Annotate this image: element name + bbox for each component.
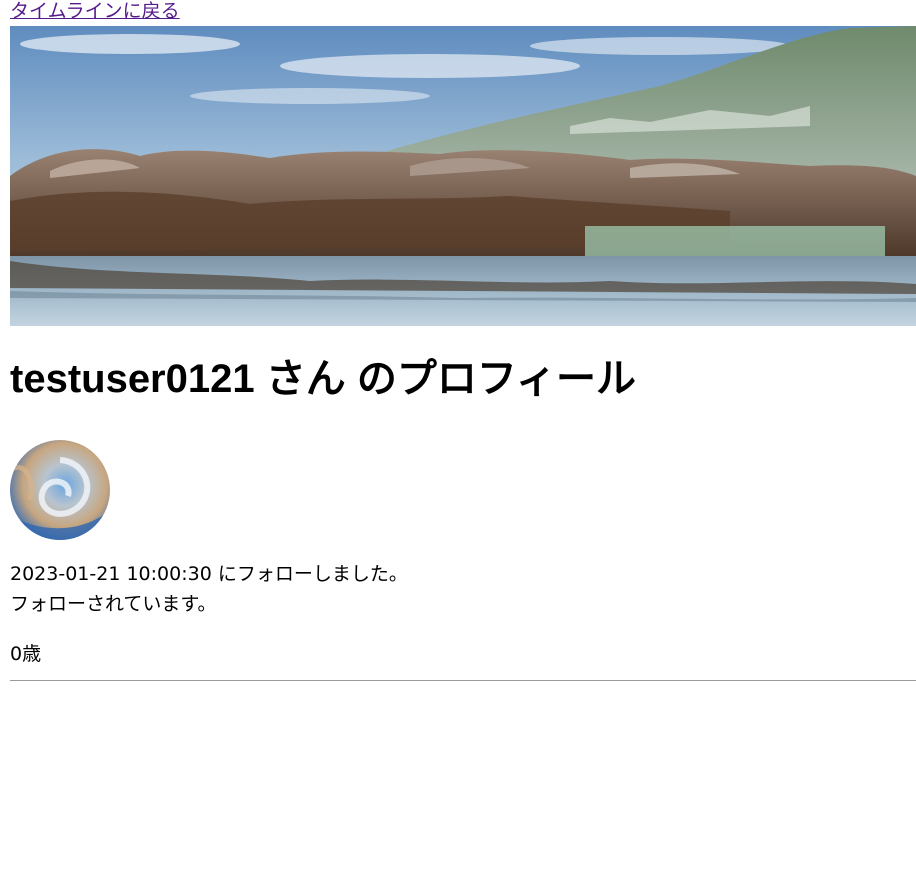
divider <box>10 680 916 681</box>
page-title: testuser0121 さん のプロフィール <box>10 357 637 401</box>
followed-by-status: フォローされています。 <box>10 593 217 615</box>
avatar <box>10 440 110 540</box>
profile-page: タイムラインに戻る testuser0121 さん のプロフィール 2023-0… <box>0 0 916 887</box>
header-image <box>10 26 916 326</box>
age-text: 0歳 <box>10 643 42 665</box>
followed-at-text: 2023-01-21 10:00:30 にフォローしました。 <box>10 563 408 585</box>
back-to-timeline-link[interactable]: タイムラインに戻る <box>10 0 180 22</box>
